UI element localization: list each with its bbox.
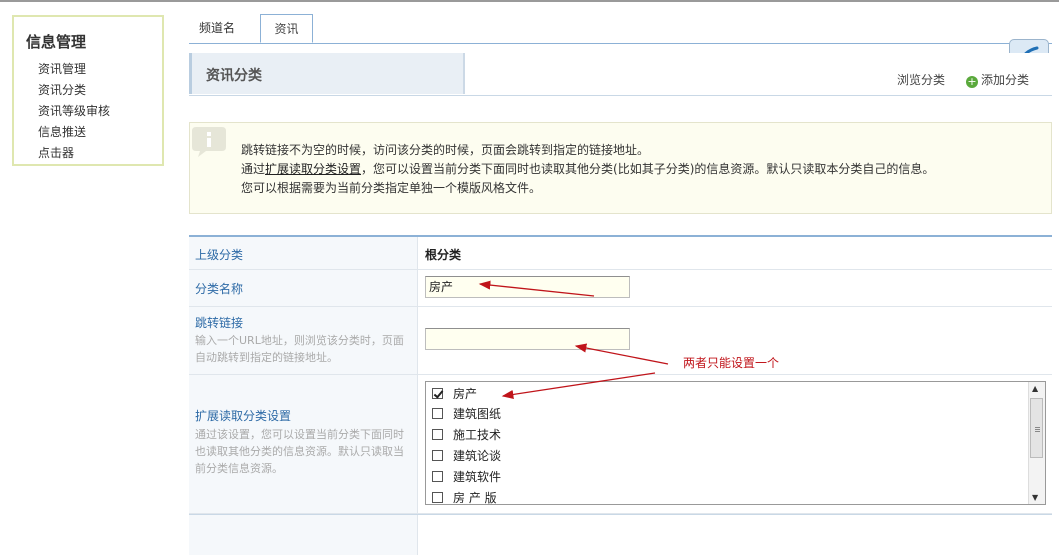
sidebar: 信息管理 资讯管理 资讯分类 资讯等级审核 信息推送 点击器: [12, 15, 164, 166]
listbox-scrollbar[interactable]: ▲ ▼: [1028, 382, 1045, 504]
extend-read-hint: 通过该设置，您可以设置当前分类下面同时也读取其他分类的信息资源。默认只读取当前分…: [195, 428, 404, 475]
list-item[interactable]: 房产: [432, 384, 477, 404]
form-row-name: 分类名称 房产: [189, 270, 1052, 307]
option-label: 房产: [453, 387, 478, 401]
info-notice: 跳转链接不为空的时候，访问该分类的时候，页面会跳转到指定的链接地址。 通过扩展读…: [189, 122, 1052, 214]
sidebar-item-clicker[interactable]: 点击器: [38, 143, 110, 164]
info-line-3: 您可以根据需要为当前分类指定单独一个模版风格文件。: [241, 181, 542, 195]
extend-settings-link[interactable]: 扩展读取分类设置: [265, 162, 361, 176]
add-category-link[interactable]: + 添加分类: [966, 71, 1029, 88]
form-row-jump: 跳转链接 输入一个URL地址，则浏览该分类时，页面自动跳转到指定的链接地址。: [189, 307, 1052, 375]
tab-channel-name[interactable]: 频道名: [199, 14, 235, 42]
top-border: [0, 0, 1059, 2]
checkbox[interactable]: [432, 450, 443, 461]
info-line-2-suffix: ，您可以设置当前分类下面同时也读取其他分类(比如其子分类)的信息资源。默认只读取…: [361, 162, 935, 176]
category-name-input[interactable]: 房产: [425, 276, 630, 298]
list-item[interactable]: 建筑论谈: [432, 446, 501, 466]
scroll-up-arrow-icon[interactable]: ▲: [1032, 384, 1038, 393]
section-title-block: 资讯分类: [189, 53, 465, 94]
browse-categories-link[interactable]: 浏览分类: [897, 71, 945, 88]
jump-link-label: 跳转链接: [195, 316, 244, 330]
checkbox[interactable]: [432, 429, 443, 440]
sidebar-item-news-manage[interactable]: 资讯管理: [38, 59, 110, 80]
info-line-2: 通过扩展读取分类设置，您可以设置当前分类下面同时也读取其他分类(比如其子分类)的…: [241, 160, 934, 179]
form-label-cell: [189, 515, 418, 555]
section-header: 资讯分类 浏览分类 + 添加分类: [189, 53, 1052, 96]
checkbox[interactable]: [432, 492, 443, 503]
form-row-extend: 扩展读取分类设置 通过该设置，您可以设置当前分类下面同时也读取其他分类的信息资源…: [189, 375, 1052, 514]
form-row-parent: 上级分类 根分类: [189, 237, 1052, 270]
sidebar-nav: 资讯管理 资讯分类 资讯等级审核 信息推送 点击器: [38, 59, 110, 164]
scrollbar-thumb[interactable]: [1030, 398, 1043, 458]
option-label: 建筑软件: [453, 470, 502, 484]
parent-category-value: 根分类: [425, 248, 462, 262]
list-item[interactable]: 房 产 版: [432, 488, 497, 505]
extend-read-label: 扩展读取分类设置: [195, 409, 292, 423]
option-label: 房 产 版: [453, 491, 497, 505]
checkbox-checked[interactable]: [432, 388, 443, 399]
scroll-down-arrow-icon[interactable]: ▼: [1032, 493, 1038, 502]
plus-circle-icon: +: [966, 75, 978, 88]
list-item[interactable]: 建筑图纸: [432, 404, 501, 424]
option-label: 建筑论谈: [453, 449, 502, 463]
form-label-cell: 扩展读取分类设置 通过该设置，您可以设置当前分类下面同时也读取其他分类的信息资源…: [189, 375, 418, 513]
list-item[interactable]: 施工技术: [432, 425, 501, 445]
list-item[interactable]: 建筑软件: [432, 467, 501, 487]
option-label: 施工技术: [453, 428, 502, 442]
category-name-label: 分类名称: [195, 282, 244, 296]
add-category-label: 添加分类: [981, 73, 1030, 87]
annotation-text: 两者只能设置一个: [683, 356, 780, 370]
form-label-cell: 上级分类: [189, 237, 418, 269]
sidebar-item-news-category[interactable]: 资讯分类: [38, 80, 110, 101]
checkbox[interactable]: [432, 408, 443, 419]
tab-news[interactable]: 资讯: [260, 14, 313, 43]
jump-link-input[interactable]: [425, 328, 630, 350]
section-title: 资讯分类: [206, 68, 262, 84]
category-form: 上级分类 根分类 分类名称 房产 跳转链接 输入一个URL地址，则浏览该分类时，…: [189, 235, 1052, 555]
extend-category-listbox[interactable]: 房产 建筑图纸 施工技术 建筑论谈 建筑软件 房 产 版 ▲ ▼: [425, 381, 1046, 505]
tab-bar: 频道名 资讯: [189, 14, 1052, 44]
form-label-cell: 跳转链接 输入一个URL地址，则浏览该分类时，页面自动跳转到指定的链接地址。: [189, 307, 418, 374]
info-line-2-prefix: 通过: [241, 162, 266, 176]
sidebar-title: 信息管理: [26, 33, 87, 51]
jump-link-hint: 输入一个URL地址，则浏览该分类时，页面自动跳转到指定的链接地址。: [195, 334, 404, 364]
sidebar-item-info-push[interactable]: 信息推送: [38, 122, 110, 143]
info-line-1: 跳转链接不为空的时候，访问该分类的时候，页面会跳转到指定的链接地址。: [241, 143, 650, 157]
form-label-cell: 分类名称: [189, 270, 418, 306]
checkbox[interactable]: [432, 471, 443, 482]
sidebar-item-news-level-review[interactable]: 资讯等级审核: [38, 101, 110, 122]
option-label: 建筑图纸: [453, 407, 502, 421]
parent-category-label: 上级分类: [195, 248, 244, 262]
form-row-next: [189, 514, 1052, 555]
grip-icon: [1035, 427, 1040, 428]
info-icon: [192, 127, 226, 157]
